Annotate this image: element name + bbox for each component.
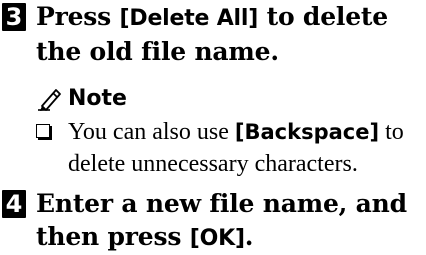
ok-key: [OK] bbox=[189, 226, 245, 251]
step-instruction: Enter a new file name, and then press [O… bbox=[36, 187, 418, 255]
step-4: 4 Enter a new file name, and then press … bbox=[0, 187, 418, 255]
step-text-before: Press bbox=[36, 2, 120, 31]
step-3: 3 Press [Delete All] to delete the old f… bbox=[0, 0, 418, 68]
note-section: Note You can also use [Backspace] to del… bbox=[36, 84, 418, 180]
note-header: Note bbox=[36, 84, 418, 114]
backspace-key: [Backspace] bbox=[234, 120, 380, 144]
step-text-after: . bbox=[244, 222, 254, 251]
delete-all-key: [Delete All] bbox=[119, 6, 259, 31]
step-number-badge: 4 bbox=[2, 190, 26, 218]
note-item: You can also use [Backspace] to delete u… bbox=[36, 116, 418, 180]
note-text-before: You can also use bbox=[68, 119, 235, 145]
pencil-icon bbox=[38, 89, 61, 111]
checkbox-icon bbox=[36, 124, 50, 138]
step-instruction: Press [Delete All] to delete the old fil… bbox=[36, 0, 418, 68]
note-title: Note bbox=[68, 86, 127, 111]
step-number-badge: 3 bbox=[2, 3, 26, 31]
